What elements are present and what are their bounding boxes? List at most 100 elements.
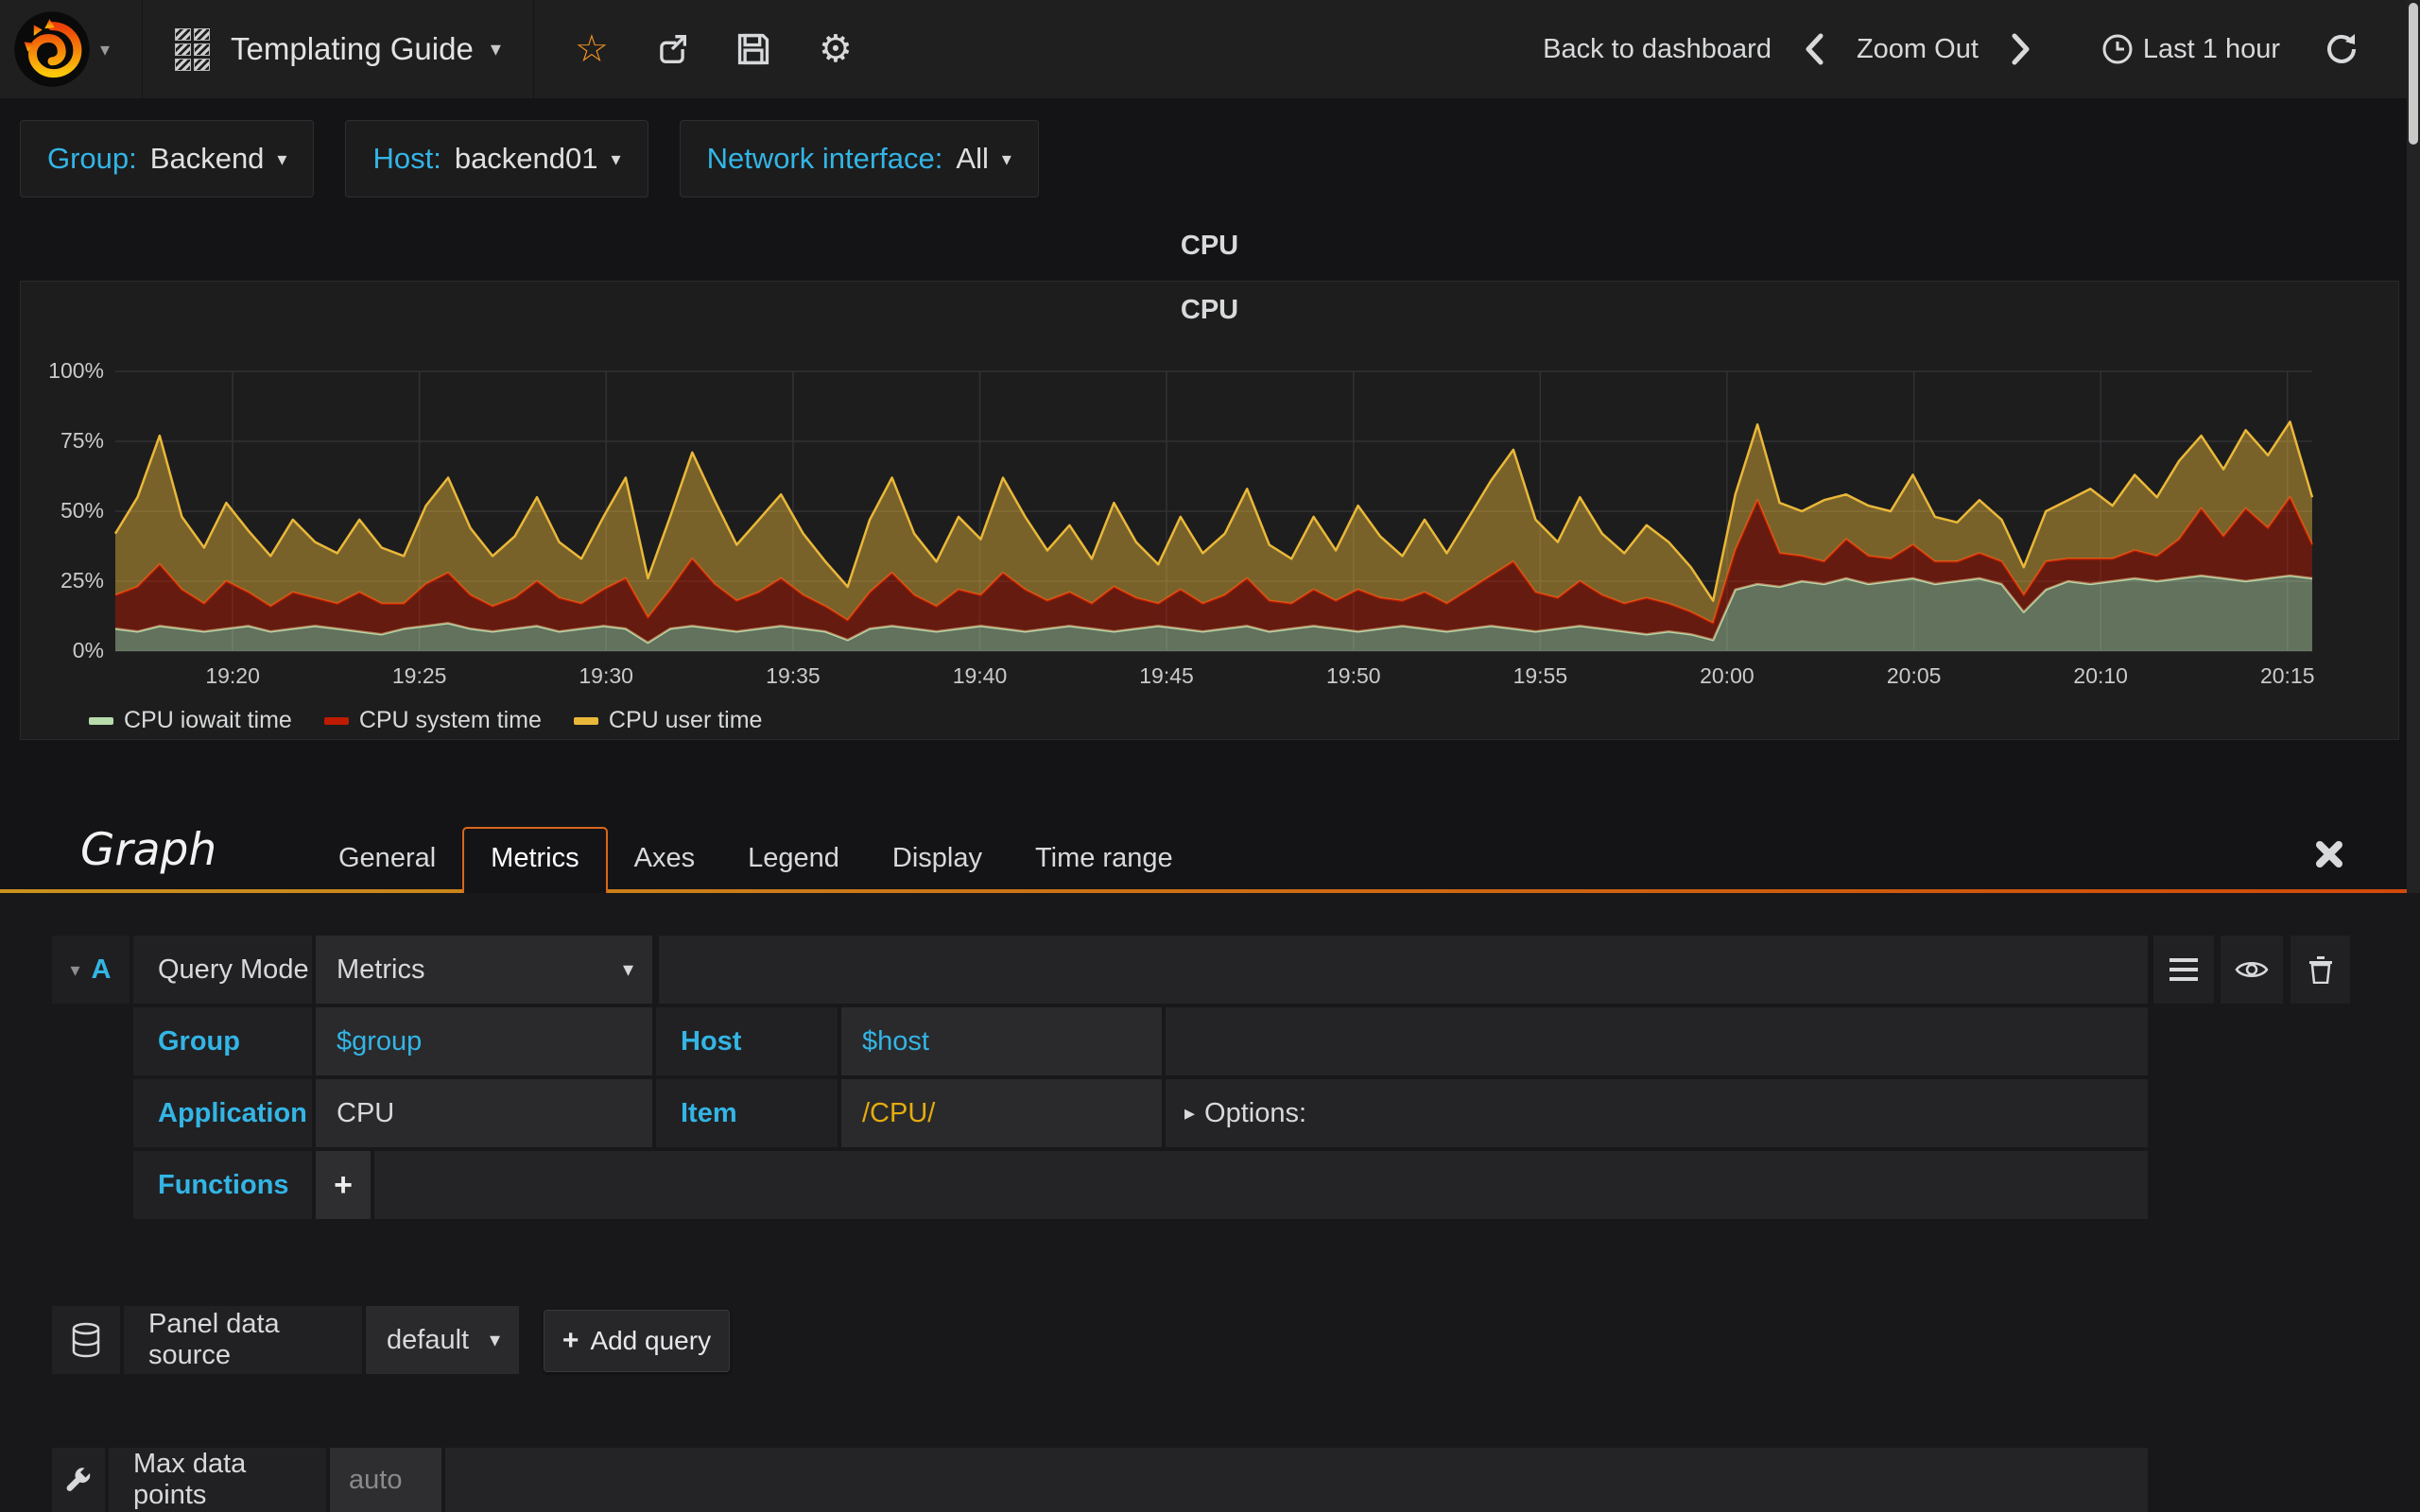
item-input[interactable]: /CPU/ bbox=[841, 1079, 1162, 1147]
dashboard-title: Templating Guide bbox=[231, 31, 474, 66]
navbar: ▾ Templating Guide ▾ ☆ ⚙ Back to dashboa… bbox=[0, 0, 2407, 98]
host-value: $host bbox=[862, 1025, 929, 1057]
legend-swatch bbox=[323, 716, 349, 725]
eye-icon bbox=[2235, 962, 2269, 977]
variable-label: Network interface: bbox=[706, 142, 943, 175]
legend-swatch bbox=[89, 716, 113, 725]
chart-title: CPU bbox=[1180, 295, 1239, 325]
y-tick-label: 75% bbox=[60, 428, 104, 453]
legend-label: CPU system time bbox=[358, 707, 542, 733]
tab-legend[interactable]: Legend bbox=[721, 827, 866, 889]
add-query-label: Add query bbox=[590, 1326, 712, 1355]
application-label: Application bbox=[133, 1079, 312, 1147]
panel-options-icon-cell bbox=[52, 1448, 105, 1512]
panel-datasource-label: Panel data source bbox=[124, 1306, 362, 1374]
application-label-text: Application bbox=[158, 1097, 307, 1128]
chevron-down-icon: ▾ bbox=[70, 959, 80, 981]
time-shift-left-icon[interactable] bbox=[1804, 33, 1824, 65]
tab-display[interactable]: Display bbox=[866, 827, 1009, 889]
panel-type-title: Graph bbox=[80, 824, 217, 876]
plus-icon: + bbox=[562, 1325, 579, 1356]
grafana-app: ▾ Templating Guide ▾ ☆ ⚙ Back to dashboa… bbox=[0, 0, 2420, 1512]
group-value: $group bbox=[337, 1025, 423, 1057]
query-mode-value: Metrics bbox=[337, 954, 425, 985]
query-toggle-visibility-button[interactable] bbox=[2221, 936, 2283, 1004]
add-query-button[interactable]: + Add query bbox=[544, 1310, 730, 1372]
datasource-select[interactable]: default ▾ bbox=[366, 1306, 519, 1374]
variable-value: Backend bbox=[149, 142, 265, 175]
query-collapse-toggle[interactable]: ▾ A bbox=[52, 936, 130, 1004]
clock-icon bbox=[2102, 34, 2133, 64]
options-toggle[interactable]: ▸ Options: bbox=[1166, 1079, 2148, 1147]
query-row-filler bbox=[659, 936, 2148, 1004]
template-variables-row: Group: Backend ▾ Host: backend01 ▾ Network int… bbox=[20, 120, 1039, 198]
chevron-down-icon: ▾ bbox=[489, 1328, 500, 1351]
datasource-icon-cell bbox=[52, 1306, 120, 1374]
x-tick-label: 19:35 bbox=[766, 663, 821, 688]
editor-tabbar: General Metrics Axes Legend Display Time rang… bbox=[312, 827, 1200, 893]
save-icon[interactable] bbox=[735, 30, 774, 68]
legend-item[interactable]: CPU system time bbox=[323, 707, 542, 734]
y-tick-label: 25% bbox=[60, 568, 104, 593]
close-editor-icon[interactable] bbox=[2313, 838, 2345, 870]
tab-time-range[interactable]: Time range bbox=[1009, 827, 1200, 889]
functions-label-text: Functions bbox=[158, 1169, 289, 1200]
legend-item[interactable]: CPU user time bbox=[573, 707, 763, 734]
x-tick-label: 19:40 bbox=[952, 663, 1008, 688]
variable-label: Host: bbox=[372, 142, 441, 175]
max-data-points-input[interactable]: auto bbox=[330, 1448, 441, 1512]
trash-icon bbox=[2308, 956, 2332, 984]
add-function-button[interactable]: + bbox=[316, 1151, 371, 1219]
x-tick-label: 19:55 bbox=[1512, 663, 1568, 688]
share-icon[interactable] bbox=[653, 30, 693, 68]
group-input[interactable]: $group bbox=[316, 1007, 652, 1075]
host-label-text: Host bbox=[681, 1025, 742, 1057]
template-variable-group[interactable]: Group: Backend ▾ bbox=[20, 120, 315, 198]
stacked-area-chart[interactable] bbox=[113, 370, 2314, 652]
time-shift-right-icon[interactable] bbox=[2011, 33, 2031, 65]
x-tick-label: 19:50 bbox=[1326, 663, 1381, 688]
panel-header-title[interactable]: CPU bbox=[20, 231, 2399, 262]
dashboard-grid-icon bbox=[175, 27, 210, 71]
zoom-out-button[interactable]: Zoom Out bbox=[1857, 34, 1979, 65]
options-label: Options: bbox=[1204, 1097, 1307, 1128]
x-tick-label: 20:05 bbox=[1886, 663, 1942, 688]
application-input[interactable]: CPU bbox=[316, 1079, 652, 1147]
template-variable-networkinterface[interactable]: Network interface: All ▾ bbox=[679, 120, 1039, 198]
variable-label: Group: bbox=[47, 142, 137, 175]
host-input[interactable]: $host bbox=[841, 1007, 1162, 1075]
chevron-down-icon: ▾ bbox=[277, 148, 287, 170]
query-row-filler bbox=[1166, 1007, 2148, 1075]
legend-item[interactable]: CPU iowait time bbox=[89, 707, 292, 734]
x-tick-label: 19:25 bbox=[391, 663, 447, 688]
y-tick-label: 50% bbox=[60, 498, 104, 523]
gear-icon[interactable]: ⚙ bbox=[816, 30, 856, 68]
time-range-label: Last 1 hour bbox=[2142, 33, 2280, 64]
grafana-menu-button[interactable]: ▾ bbox=[0, 10, 142, 88]
query-delete-button[interactable] bbox=[2290, 936, 2350, 1004]
chevron-right-icon: ▸ bbox=[1184, 1101, 1196, 1125]
wrench-icon bbox=[66, 1468, 91, 1491]
scrollbar-thumb[interactable] bbox=[2409, 3, 2418, 145]
y-tick-label: 0% bbox=[72, 638, 104, 662]
query-menu-button[interactable] bbox=[2153, 936, 2214, 1004]
query-row-filler bbox=[374, 1151, 2148, 1219]
refresh-icon[interactable] bbox=[2324, 31, 2360, 67]
x-tick-label: 19:30 bbox=[579, 663, 633, 688]
tab-axes[interactable]: Axes bbox=[608, 827, 721, 889]
template-variable-host[interactable]: Host: backend01 ▾ bbox=[345, 120, 648, 198]
grafana-logo-icon bbox=[14, 11, 90, 87]
x-tick-label: 19:45 bbox=[1139, 663, 1194, 688]
tab-metrics[interactable]: Metrics bbox=[462, 827, 608, 893]
max-data-points-label: Max data points bbox=[109, 1448, 326, 1512]
x-tick-label: 20:15 bbox=[2259, 663, 2315, 688]
dashboard-title-picker[interactable]: Templating Guide ▾ bbox=[142, 0, 534, 98]
back-to-dashboard-button[interactable]: Back to dashboard bbox=[1543, 34, 1772, 65]
functions-label: Functions bbox=[133, 1151, 312, 1219]
row-filler bbox=[445, 1448, 2148, 1512]
star-icon[interactable]: ☆ bbox=[572, 30, 612, 68]
legend-label: CPU user time bbox=[608, 707, 763, 733]
query-mode-select[interactable]: Metrics ▾ bbox=[316, 936, 652, 1004]
tab-general[interactable]: General bbox=[312, 827, 462, 889]
time-picker-button[interactable]: Last 1 hour bbox=[2101, 33, 2280, 65]
